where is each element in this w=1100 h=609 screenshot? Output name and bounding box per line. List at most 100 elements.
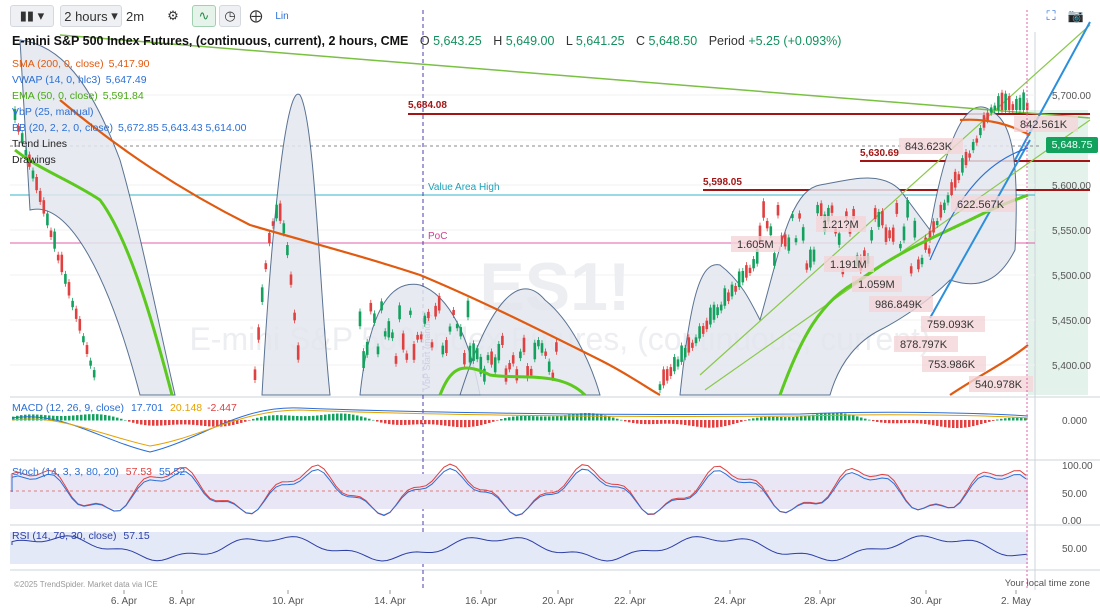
indicator-legend: SMA (200, 0, close) 5,417.90 VWAP (14, 0,… (12, 56, 246, 168)
candle-body (49, 230, 53, 237)
stoch-legend[interactable]: Stoch (14, 3, 3, 80, 20) 57.53 55.52 (12, 466, 185, 478)
macd-histogram-bar (392, 420, 395, 425)
macd-histogram-bar (316, 415, 319, 421)
macd-histogram-bar (772, 416, 775, 421)
timezone-label[interactable]: Your local time zone (1005, 578, 1090, 589)
macd-histogram-bar (1004, 418, 1007, 421)
candle-body (511, 355, 515, 364)
candle-body (665, 369, 669, 381)
candle-body (405, 353, 409, 360)
candle-body (1007, 96, 1011, 110)
candle-body (1000, 92, 1004, 110)
macd-histogram-bar (692, 420, 695, 427)
macd-histogram-bar (508, 417, 511, 421)
macd-histogram-bar (312, 415, 315, 421)
legend-drawings[interactable]: Drawings (12, 152, 246, 168)
legend-bb[interactable]: BB (20, 2, 2, 0, close) 5,672.85 5,643.43… (12, 120, 246, 136)
legend-sma[interactable]: SMA (200, 0, close) 5,417.90 (12, 56, 246, 72)
macd-histogram-bar (972, 420, 975, 427)
candle-body (816, 204, 819, 214)
macd-histogram-bar (372, 419, 375, 421)
candle-body (773, 253, 776, 266)
open-readout: O 5,643.25 (419, 34, 482, 48)
rsi-legend[interactable]: RSI (14, 70, 30, close) 57.15 (12, 530, 150, 542)
candle-body (950, 182, 953, 196)
macd-histogram-bar (292, 415, 295, 421)
candle-body (748, 267, 752, 273)
candle-body (935, 220, 939, 226)
macd-histogram-bar (928, 420, 931, 425)
macd-histogram-bar (900, 420, 903, 424)
macd-histogram-bar (992, 420, 995, 421)
macd-histogram-bar (660, 420, 663, 424)
macd-histogram-bar (504, 418, 507, 421)
macd-histogram-bar (884, 420, 887, 423)
macd-histogram-bar (664, 420, 667, 424)
candle-body (830, 205, 834, 213)
macd-histogram-bar (256, 417, 259, 421)
price-tick-label: 5,400.00 (1052, 361, 1091, 372)
macd-histogram-bar (528, 416, 531, 421)
macd-histogram-bar (628, 420, 631, 423)
candle-body (278, 203, 282, 221)
macd-histogram-bar (880, 420, 883, 423)
macd-histogram-bar (128, 420, 131, 422)
macd-histogram-bar (748, 419, 751, 421)
macd-histogram-bar (468, 420, 471, 428)
macd-histogram-bar (764, 416, 767, 421)
candle-body (719, 304, 723, 311)
legend-ema[interactable]: EMA (50, 0, close) 5,591.84 (12, 88, 246, 104)
candle-body (533, 342, 537, 360)
macd-histogram-bar (492, 420, 495, 422)
legend-trend-lines[interactable]: Trend Lines (12, 136, 246, 152)
macd-histogram-bar (252, 418, 255, 421)
candle-body (271, 221, 275, 226)
candle-body (676, 359, 680, 367)
macd-histogram-bar (416, 420, 419, 425)
macd-histogram-bar (824, 413, 827, 421)
volume-profile-label: 759.093K (927, 319, 975, 331)
macd-histogram-bar (132, 420, 135, 423)
candle-body (1004, 93, 1007, 110)
candle-body (687, 337, 691, 353)
macd-histogram-bar (948, 420, 951, 428)
macd-histogram-bar (820, 413, 823, 421)
macd-legend[interactable]: MACD (12, 26, 9, close) 17.701 20.148 -2… (12, 402, 237, 414)
legend-vbp[interactable]: VbP (25, manual) (12, 104, 246, 120)
macd-histogram-bar (272, 415, 275, 421)
macd-histogram-bar (648, 420, 651, 425)
macd-histogram-bar (1008, 417, 1011, 421)
legend-vwap[interactable]: VWAP (14, 0, hlc3) 5,647.49 (12, 72, 246, 88)
macd-histogram-bar (732, 420, 735, 425)
price-tick-label: 5,550.00 (1052, 226, 1091, 237)
macd-histogram-bar (924, 420, 927, 425)
macd-histogram-bar (84, 414, 87, 421)
macd-histogram-bar (364, 417, 367, 421)
macd-histogram-bar (640, 420, 643, 424)
macd-histogram-bar (724, 420, 727, 427)
candle-body (809, 249, 812, 268)
macd-histogram-bar (188, 420, 191, 425)
macd-histogram-bar (860, 417, 863, 421)
candle-body (662, 369, 665, 386)
candle-body (383, 331, 387, 337)
candle-body (698, 326, 701, 339)
macd-histogram-bar (740, 420, 743, 422)
candle-body (92, 370, 96, 378)
macd-histogram-bar (832, 412, 835, 421)
macd-histogram-bar (872, 420, 875, 422)
level-label-5598: 5,598.05 (703, 177, 742, 188)
candle-body (939, 204, 943, 218)
macd-histogram-bar (708, 420, 711, 428)
candle-body (394, 356, 398, 364)
candle-body (401, 333, 405, 350)
candle-body (794, 238, 798, 243)
candle-body (423, 315, 427, 324)
macd-histogram-bar (264, 416, 267, 421)
candle-body (776, 204, 780, 216)
macd-histogram-bar (976, 420, 979, 426)
macd-histogram-bar (904, 420, 907, 424)
macd-histogram-bar (544, 416, 547, 421)
candle-body (1018, 97, 1022, 110)
macd-histogram-bar (452, 420, 455, 427)
